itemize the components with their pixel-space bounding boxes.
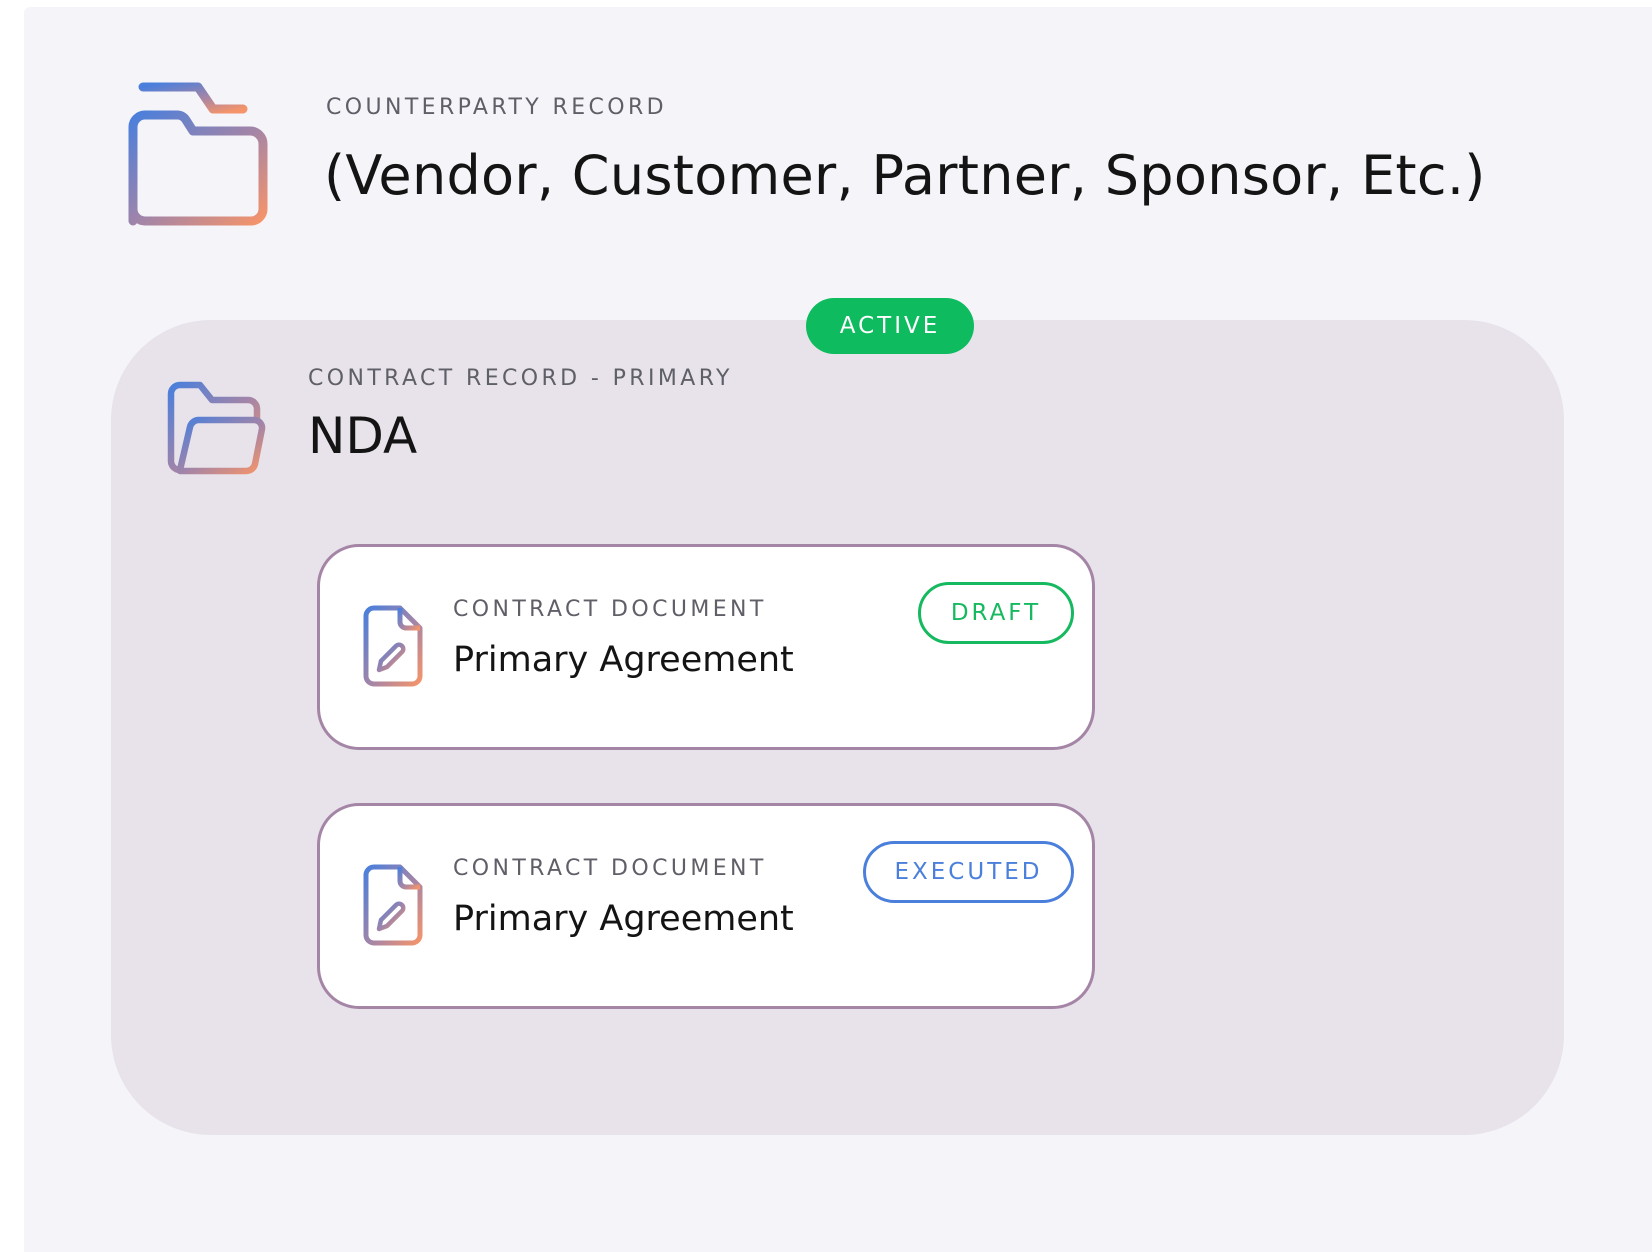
document-title: Primary Agreement: [453, 899, 794, 939]
status-badge-executed: EXECUTED: [863, 841, 1074, 903]
document-eyebrow: CONTRACT DOCUMENT: [453, 597, 767, 622]
folder-open-icon: [166, 380, 268, 482]
canvas: COUNTERPARTY RECORD (Vendor, Customer, P…: [24, 7, 1652, 1252]
document-eyebrow: CONTRACT DOCUMENT: [453, 856, 767, 881]
status-badge-active: ACTIVE: [806, 298, 974, 354]
document-signature-icon: [362, 604, 424, 688]
contract-record-eyebrow: CONTRACT RECORD - PRIMARY: [308, 366, 733, 391]
document-title: Primary Agreement: [453, 640, 794, 680]
status-badge-draft: DRAFT: [918, 582, 1074, 644]
document-card[interactable]: CONTRACT DOCUMENT Primary Agreement EXEC…: [317, 803, 1095, 1009]
counterparty-title: (Vendor, Customer, Partner, Sponsor, Etc…: [324, 144, 1486, 207]
document-card[interactable]: CONTRACT DOCUMENT Primary Agreement DRAF…: [317, 544, 1095, 750]
folder-icon: [125, 81, 275, 231]
counterparty-eyebrow: COUNTERPARTY RECORD: [326, 95, 668, 120]
contract-record-title: NDA: [308, 407, 418, 465]
document-signature-icon: [362, 863, 424, 947]
